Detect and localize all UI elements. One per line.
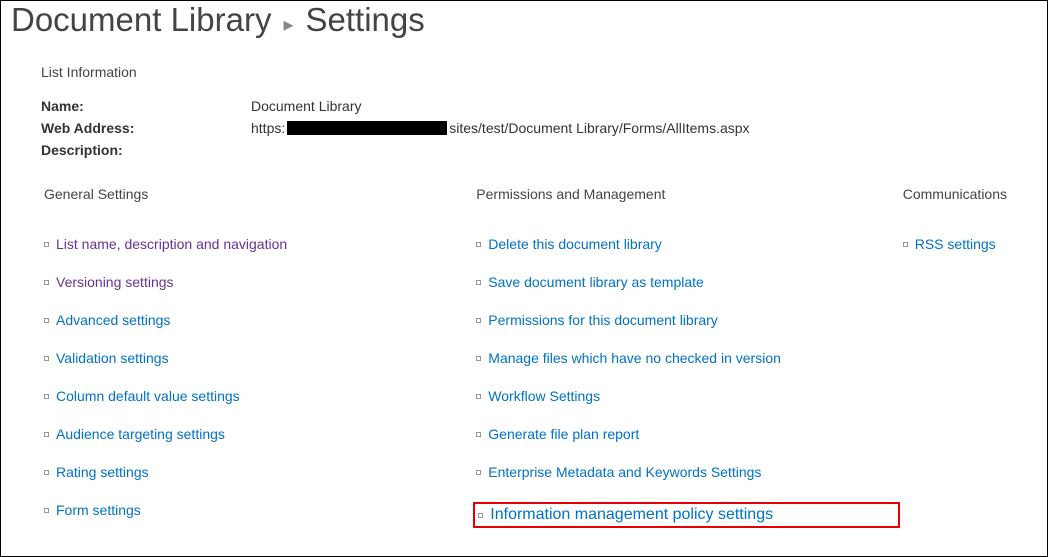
link-list-name-desc-nav[interactable]: List name, description and navigation bbox=[41, 236, 473, 252]
link-rss-settings[interactable]: RSS settings bbox=[900, 236, 1007, 252]
bullet-icon bbox=[478, 513, 483, 518]
link-advanced-settings[interactable]: Advanced settings bbox=[41, 312, 473, 328]
chevron-right-icon: ▸ bbox=[283, 12, 293, 37]
link-label: Rating settings bbox=[56, 464, 149, 480]
link-label: Enterprise Metadata and Keywords Setting… bbox=[488, 464, 761, 480]
link-save-as-template[interactable]: Save document library as template bbox=[473, 274, 899, 290]
bullet-icon bbox=[476, 470, 481, 475]
bullet-icon bbox=[476, 242, 481, 247]
bullet-icon bbox=[44, 280, 49, 285]
bullet-icon bbox=[44, 432, 49, 437]
url-prefix: https: bbox=[251, 120, 285, 136]
name-value: Document Library bbox=[251, 98, 1007, 114]
bullet-icon bbox=[44, 242, 49, 247]
bullet-icon bbox=[44, 508, 49, 513]
bullet-icon bbox=[476, 394, 481, 399]
bullet-icon bbox=[476, 280, 481, 285]
link-label: Workflow Settings bbox=[488, 388, 600, 404]
breadcrumb: Document Library ▸ Settings bbox=[1, 1, 1047, 49]
bullet-icon bbox=[476, 356, 481, 361]
link-label: Permissions for this document library bbox=[488, 312, 718, 328]
list-information-grid: Name: Document Library Web Address: http… bbox=[41, 98, 1007, 158]
link-enterprise-metadata-keywords[interactable]: Enterprise Metadata and Keywords Setting… bbox=[473, 464, 899, 480]
link-form-settings[interactable]: Form settings bbox=[41, 502, 473, 518]
link-workflow-settings[interactable]: Workflow Settings bbox=[473, 388, 899, 404]
general-settings-heading: General Settings bbox=[41, 186, 473, 202]
link-label: Manage files which have no checked in ve… bbox=[488, 350, 781, 366]
link-label: Audience targeting settings bbox=[56, 426, 225, 442]
link-delete-document-library[interactable]: Delete this document library bbox=[473, 236, 899, 252]
name-label: Name: bbox=[41, 98, 251, 114]
link-rating-settings[interactable]: Rating settings bbox=[41, 464, 473, 480]
link-label: Validation settings bbox=[56, 350, 169, 366]
link-column-default-value-settings[interactable]: Column default value settings bbox=[41, 388, 473, 404]
link-label: Column default value settings bbox=[56, 388, 240, 404]
link-generate-file-plan-report[interactable]: Generate file plan report bbox=[473, 426, 899, 442]
link-label: RSS settings bbox=[915, 236, 996, 252]
permissions-management-column: Permissions and Management Delete this d… bbox=[473, 186, 899, 528]
web-address-label: Web Address: bbox=[41, 120, 251, 136]
description-value bbox=[251, 142, 1007, 158]
link-label: Form settings bbox=[56, 502, 141, 518]
description-label: Description: bbox=[41, 142, 251, 158]
link-versioning-settings[interactable]: Versioning settings bbox=[41, 274, 473, 290]
list-information-heading: List Information bbox=[41, 64, 1007, 80]
web-address-value: https: sites/test/Document Library/Forms/… bbox=[251, 120, 1007, 136]
bullet-icon bbox=[476, 432, 481, 437]
bullet-icon bbox=[476, 318, 481, 323]
redacted-host bbox=[287, 121, 447, 135]
link-label: Advanced settings bbox=[56, 312, 170, 328]
link-label: Save document library as template bbox=[488, 274, 704, 290]
link-information-management-policy[interactable]: Information management policy settings bbox=[473, 502, 899, 528]
link-manage-no-checked-in-files[interactable]: Manage files which have no checked in ve… bbox=[473, 350, 899, 366]
bullet-icon bbox=[44, 394, 49, 399]
link-label: Information management policy settings bbox=[490, 506, 773, 524]
link-validation-settings[interactable]: Validation settings bbox=[41, 350, 473, 366]
link-audience-targeting-settings[interactable]: Audience targeting settings bbox=[41, 426, 473, 442]
bullet-icon bbox=[44, 318, 49, 323]
link-label: Delete this document library bbox=[488, 236, 662, 252]
bullet-icon bbox=[44, 356, 49, 361]
permissions-management-heading: Permissions and Management bbox=[473, 186, 899, 202]
link-label: Versioning settings bbox=[56, 274, 174, 290]
bullet-icon bbox=[903, 242, 908, 247]
breadcrumb-current: Settings bbox=[306, 1, 425, 39]
link-label: List name, description and navigation bbox=[56, 236, 287, 252]
link-permissions-for-library[interactable]: Permissions for this document library bbox=[473, 312, 899, 328]
communications-column: Communications RSS settings bbox=[900, 186, 1007, 528]
link-label: Generate file plan report bbox=[488, 426, 639, 442]
url-suffix: sites/test/Document Library/Forms/AllIte… bbox=[449, 120, 749, 136]
bullet-icon bbox=[44, 470, 49, 475]
general-settings-column: General Settings List name, description … bbox=[41, 186, 473, 528]
breadcrumb-parent[interactable]: Document Library bbox=[11, 1, 271, 39]
communications-heading: Communications bbox=[900, 186, 1007, 202]
